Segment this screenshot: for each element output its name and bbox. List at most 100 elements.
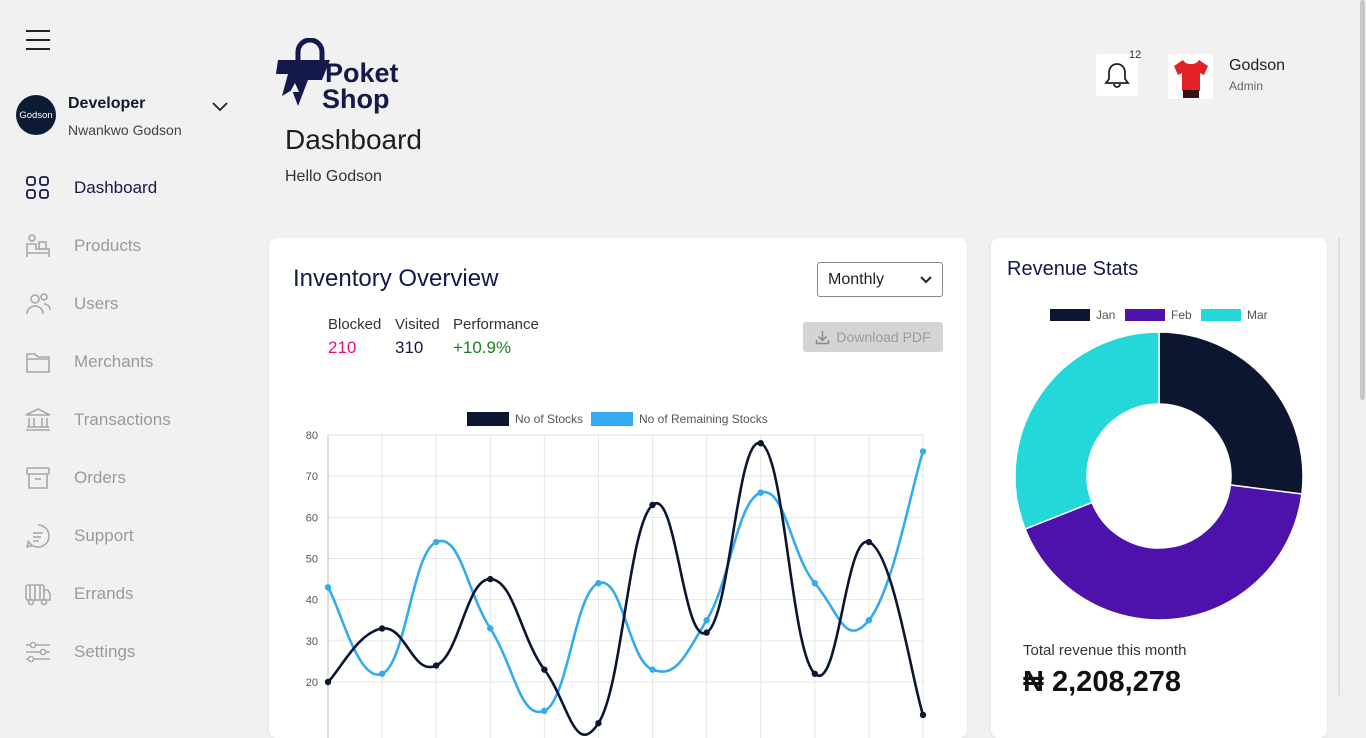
sidebar-item-label: Products [74,236,142,255]
y-tick-label: 50 [306,554,318,566]
user-avatar[interactable] [1168,54,1213,99]
data-point [919,448,927,455]
download-pdf-button[interactable]: Download PDF [803,322,943,352]
inventory-line-chart: 20 30 40 50 60 70 80 No of Stocks No of Remainin… [306,412,927,738]
series-line-remaining-stocks [326,451,925,714]
stat-value-blocked: 210 [328,338,357,357]
sidebar-item-label: Users [74,294,119,313]
legend-label: Feb [1171,308,1192,322]
legend-label: Jan [1096,308,1115,322]
data-point [811,670,819,677]
stat-value-performance: +10.9% [453,338,512,357]
data-point [703,629,710,636]
data-point [541,707,548,715]
chevron-down-icon[interactable] [212,100,228,112]
stat-value-visited: 310 [395,338,424,357]
user-name: Godson [1229,57,1286,74]
data-point [487,575,494,583]
sidebar-item-dashboard[interactable]: Dashboard [22,168,242,208]
donut-slice-mar [1014,331,1160,530]
user-role: Admin [1229,79,1264,93]
sidebar-item-merchants[interactable]: Merchants [22,342,242,382]
legend-swatch [1201,309,1241,321]
truck-icon [25,584,51,606]
data-point [541,666,548,673]
sidebar-item-label: Errands [74,584,134,603]
sidebar-item-products[interactable]: Products [22,226,242,266]
data-point [378,625,386,632]
data-point [595,719,602,727]
account-switcher[interactable]: Godson Developer Nwankwo Godson [16,95,246,138]
sidebar-item-orders[interactable]: Orders [22,458,242,498]
data-point [757,489,764,496]
sidebar-item-label: Dashboard [74,178,158,197]
data-point [595,580,602,587]
legend-swatch [467,412,509,426]
donut-slice-jan [1158,331,1304,495]
data-point [378,670,386,677]
stat-label-visited: Visited [395,316,440,333]
revenue-stats-card: Revenue Stats Jan Feb Mar Total revenue th… [991,238,1327,738]
inventory-title: Inventory Overview [293,265,499,292]
data-point [865,617,873,624]
legend-swatch [1125,309,1165,321]
legend-label: Mar [1247,308,1268,322]
series-line-stocks [327,441,925,736]
inventory-overview-card: Inventory Overview Monthly Blocked Visit… [269,238,967,738]
account-name: Nwankwo Godson [68,122,182,138]
red-shirt-photo [1173,59,1208,98]
menu-toggle-icon[interactable] [26,30,50,52]
y-tick-label: 20 [306,677,318,689]
sidebar-item-users[interactable]: Users [22,284,242,324]
legend-swatch [591,412,633,426]
logo-text-shop: Shop [322,84,390,114]
data-point [703,617,710,624]
data-point [865,538,873,546]
sidebar-item-transactions[interactable]: Transactions [22,400,242,440]
sidebar-item-label: Support [74,526,134,545]
avatar: Godson [16,95,56,135]
revenue-title: Revenue Stats [1007,258,1139,280]
chat-icon [25,524,50,549]
data-point [919,711,927,719]
stat-label-blocked: Blocked [328,316,382,333]
download-pdf-label: Download PDF [836,329,931,345]
total-revenue-label: Total revenue this month [1023,642,1187,659]
data-point [487,625,494,632]
greeting-text: Hello Godson [285,168,382,185]
sidebar-item-label: Transactions [74,410,171,429]
bank-icon [25,408,51,431]
products-icon [26,234,50,257]
data-point [432,662,440,669]
stat-label-performance: Performance [453,316,539,333]
download-icon [816,330,830,344]
legend-swatch [1050,309,1090,321]
legend-label: No of Remaining Stocks [639,412,768,426]
page-title: Dashboard [285,124,422,155]
dashboard-grid-icon [26,176,49,199]
y-tick-label: 60 [306,512,318,524]
sidebar-item-errands[interactable]: Errands [22,574,242,614]
data-point [649,666,656,673]
sidebar-item-support[interactable]: Support [22,516,242,556]
revenue-donut-chart: Jan Feb Mar [1014,308,1304,621]
y-tick-label: 40 [306,595,318,607]
notification-count: 12 [1129,49,1142,61]
data-point [324,678,332,686]
poketshop-logo: Poket Shop [276,38,399,114]
users-icon [26,293,51,315]
total-revenue-value: ₦ 2,208,278 [1023,666,1182,698]
archive-box-icon [26,467,50,489]
legend-label: No of Stocks [515,412,583,426]
sidebar-item-label: Orders [74,468,126,487]
period-select[interactable]: Monthly [817,262,943,297]
y-tick-label: 80 [306,430,318,442]
data-point [649,501,656,509]
sidebar-item-settings[interactable]: Settings [22,632,242,672]
data-point [432,538,440,546]
panel-divider [1338,238,1340,695]
sidebar-item-label: Settings [74,642,136,661]
data-point [324,584,332,591]
account-role: Developer [68,95,146,112]
scrollbar-thumb[interactable] [1360,0,1365,400]
